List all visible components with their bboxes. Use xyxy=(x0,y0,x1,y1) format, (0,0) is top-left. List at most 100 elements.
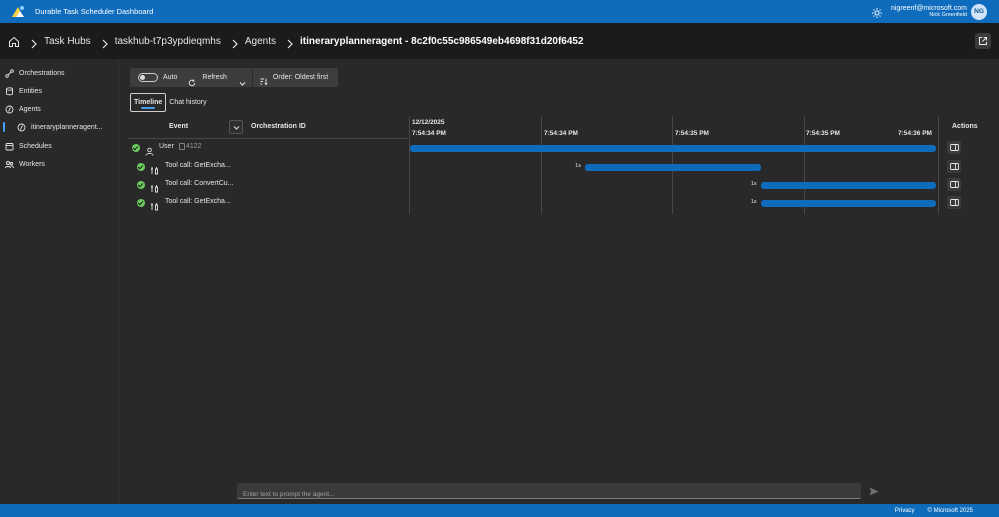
flow-icon xyxy=(5,68,14,78)
row-meta-value: 4122 xyxy=(186,143,202,150)
order-label: Order: Oldest first xyxy=(272,74,329,81)
sidebar-item-label: Orchestrations xyxy=(19,69,65,77)
user-account[interactable]: nigreenf@microsoft.com Nick Greenfield xyxy=(891,5,967,19)
view-details-button[interactable] xyxy=(947,160,961,173)
refresh-button[interactable]: Refresh xyxy=(182,68,233,87)
refresh-label: Refresh xyxy=(202,74,227,81)
app-footer: Privacy © Microsoft 2025 xyxy=(0,504,999,517)
duration-label: 1s xyxy=(750,199,757,205)
toolbar: Auto Refresh Order: Oldest first xyxy=(130,68,338,87)
timeline-tick-label: 7:54:34 PM xyxy=(412,130,446,137)
timeline-bar[interactable] xyxy=(760,182,936,189)
tool-icon xyxy=(150,198,159,211)
status-completed-icon xyxy=(132,144,140,152)
prompt-input[interactable] xyxy=(237,487,861,502)
send-icon xyxy=(869,487,879,495)
timeline-tick-label: 7:54:35 PM xyxy=(806,130,840,137)
auto-refresh-toggle[interactable] xyxy=(138,73,158,82)
people-icon xyxy=(5,160,14,169)
view-details-button[interactable] xyxy=(947,141,961,154)
status-completed-icon xyxy=(137,163,145,171)
timeline-grid: Event Orchestration ID Actions 12/12/202… xyxy=(128,116,978,214)
sidebar-item-schedules[interactable]: Schedules xyxy=(0,138,119,154)
person-icon xyxy=(145,143,154,156)
sidebar-item-orchestrations[interactable]: Orchestrations xyxy=(0,65,119,81)
chevron-down-icon[interactable] xyxy=(239,74,246,86)
column-header-event[interactable]: Event xyxy=(169,123,188,130)
refresh-icon xyxy=(188,74,196,86)
chevron-right-icon xyxy=(30,36,38,49)
timeline-date-label: 12/12/2025 xyxy=(412,119,445,126)
panel-icon xyxy=(949,144,959,151)
collapse-button[interactable] xyxy=(229,120,243,134)
breadcrumb-agents[interactable]: Agents xyxy=(245,36,276,47)
tool-icon xyxy=(150,180,159,193)
sidebar-item-label: itineraryplanneragent... xyxy=(31,123,103,131)
open-external-icon[interactable] xyxy=(975,33,991,49)
timeline-bar[interactable] xyxy=(410,145,936,152)
sidebar-item-agents[interactable]: Agents xyxy=(0,101,119,117)
sort-icon xyxy=(259,73,268,86)
row-meta: 4122 xyxy=(179,143,202,150)
settings-gear-icon[interactable] xyxy=(871,6,883,18)
timeline-bar[interactable] xyxy=(585,164,761,171)
duration-label: 1s xyxy=(575,163,581,169)
user-email: nigreenf@microsoft.com xyxy=(891,4,967,12)
panel-icon xyxy=(949,199,959,206)
duration-label: 1s xyxy=(750,181,757,187)
row-label: Tool call: GetExcha... xyxy=(165,162,231,169)
sidebar-item-label: Entities xyxy=(19,87,42,95)
row-label: User xyxy=(159,143,174,150)
table-row[interactable]: Tool call: GetExcha... 1s xyxy=(128,194,971,212)
sidebar-item-entities[interactable]: Entities xyxy=(0,83,119,99)
breadcrumb: Task Hubs taskhub-t7p3ypdieqmhs Agents i… xyxy=(0,23,999,59)
app-logo-icon xyxy=(9,4,27,20)
tab-timeline[interactable]: Timeline xyxy=(130,93,167,112)
app-title: Durable Task Scheduler Dashboard xyxy=(35,7,154,16)
status-completed-icon xyxy=(137,199,145,207)
view-details-button[interactable] xyxy=(947,196,961,209)
row-label: Tool call: ConvertCu... xyxy=(165,180,234,187)
table-row[interactable]: User 4122 xyxy=(128,139,971,157)
panel-icon xyxy=(949,181,959,188)
send-button[interactable] xyxy=(866,483,882,499)
breadcrumb-task-hubs[interactable]: Task Hubs xyxy=(44,36,91,47)
avatar[interactable]: NG xyxy=(971,3,987,20)
chevron-right-icon xyxy=(231,36,239,49)
chevron-down-icon xyxy=(233,125,239,130)
sidebar-item-label: Schedules xyxy=(19,142,52,150)
column-header-orchestration-id[interactable]: Orchestration ID xyxy=(251,123,306,130)
status-completed-icon xyxy=(137,181,145,189)
timeline-tick-label: 7:54:35 PM xyxy=(675,130,709,137)
home-icon[interactable] xyxy=(8,35,20,47)
tab-chat-history[interactable]: Chat history xyxy=(166,93,209,112)
table-row[interactable]: Tool call: GetExcha... 1s xyxy=(128,158,971,176)
table-row[interactable]: Tool call: ConvertCu... 1s xyxy=(128,176,971,194)
calendar-icon xyxy=(5,142,14,151)
database-icon xyxy=(5,86,14,96)
auto-label: Auto xyxy=(163,74,178,81)
sidebar-item-itineraryplanneragent[interactable]: itineraryplanneragent... xyxy=(0,119,119,135)
chevron-right-icon xyxy=(101,36,109,49)
privacy-link[interactable]: Privacy xyxy=(895,508,915,514)
sidebar-item-label: Agents xyxy=(19,105,41,113)
view-tabs: Timeline Chat history xyxy=(130,93,210,113)
agent-icon xyxy=(17,123,26,132)
view-details-button[interactable] xyxy=(947,178,961,191)
timeline-bar[interactable] xyxy=(760,200,936,207)
order-button[interactable]: Order: Oldest first xyxy=(253,68,334,87)
chevron-right-icon xyxy=(286,36,294,49)
page-title: itineraryplanneragent - 8c2f0c55c986549e… xyxy=(300,35,584,47)
breadcrumb-taskhub[interactable]: taskhub-t7p3ypdieqmhs xyxy=(115,36,221,47)
agent-icon xyxy=(5,105,14,114)
user-name: Nick Greenfield xyxy=(929,11,967,18)
panel-icon xyxy=(949,163,959,170)
copyright-text: © Microsoft 2025 xyxy=(927,507,973,514)
column-header-actions: Actions xyxy=(952,123,978,130)
sidebar-item-label: Workers xyxy=(19,160,45,168)
timeline-tick-label: 7:54:34 PM xyxy=(544,130,578,137)
tool-icon xyxy=(150,162,159,175)
sidebar: Orchestrations Entities Agents itinerary… xyxy=(0,59,119,504)
prompt-container xyxy=(237,483,861,502)
sidebar-item-workers[interactable]: Workers xyxy=(0,156,119,172)
